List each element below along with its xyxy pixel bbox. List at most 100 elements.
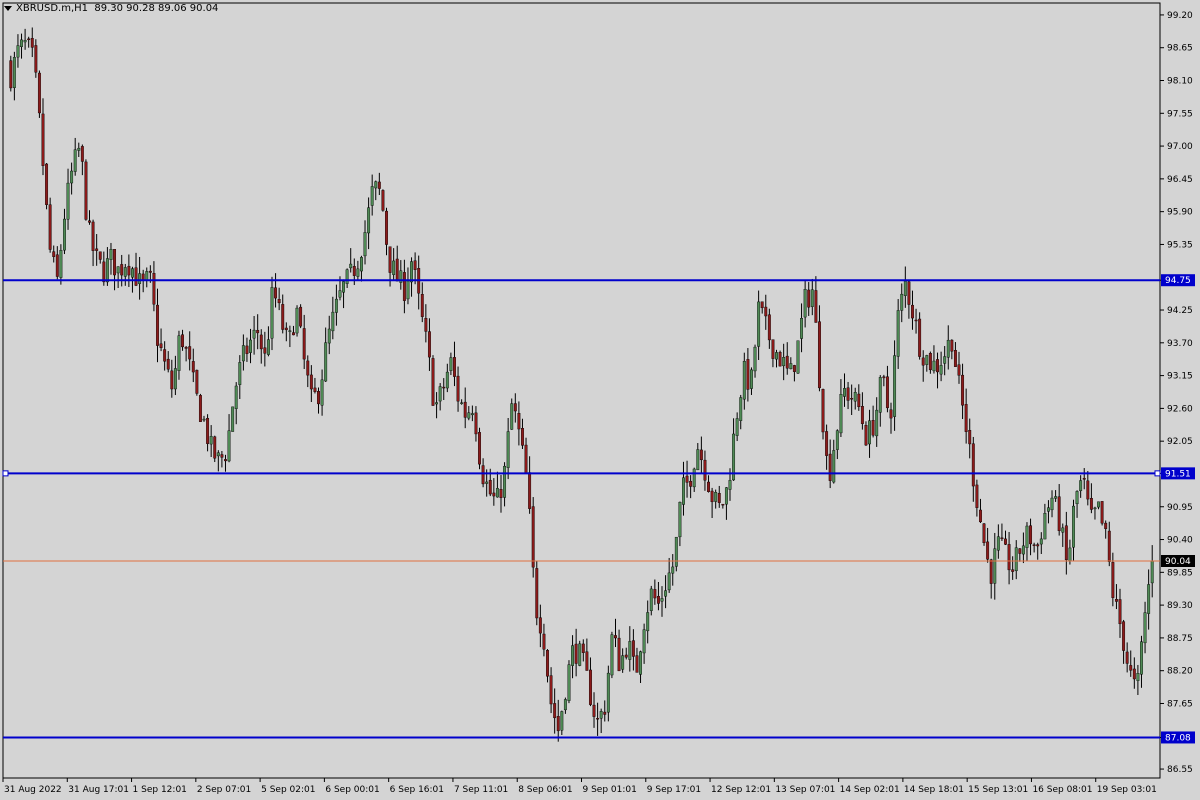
candle-body [48,204,52,250]
candle-body [313,387,317,392]
x-tick-label: 19 Sep 03:01 [1097,785,1157,795]
candle-body [1136,673,1140,681]
candle-body [542,633,546,650]
candle-body [438,386,442,402]
candle-body [789,363,793,370]
candle-body [642,629,646,654]
candle-body [88,220,91,223]
candle-body [646,612,650,632]
candle-body [327,328,331,344]
candle-body [320,379,324,406]
candle-body [213,436,217,459]
candle-body [367,207,371,234]
candle-body [932,360,936,372]
candle-body [431,358,435,406]
candle-body [1111,562,1115,598]
candle-body [206,418,210,444]
candle-body [220,454,224,458]
candle-body [975,484,979,508]
candle-body [345,269,349,284]
candle-body [989,559,993,584]
candle-body [145,271,149,281]
candle-body [921,357,925,366]
candle-body [606,672,610,713]
y-tick-label: 93.70 [1167,339,1193,349]
y-tick-label: 99.20 [1167,11,1193,21]
candle-body [546,650,549,677]
candle-body [1061,527,1065,533]
candle-body [878,377,882,413]
candle-body [588,669,592,705]
candle-body [481,465,485,485]
candle-body [710,490,714,503]
candle-body [953,350,957,367]
candle-body [234,385,238,409]
candle-body [571,645,575,666]
candle-body [52,251,56,257]
candle-body [782,357,786,367]
candle-body [578,643,582,666]
candle-body [252,329,256,339]
candle-body [707,481,710,492]
candle-body [1107,530,1111,562]
y-tick-label: 88.20 [1167,667,1193,677]
level-price-label: 94.75 [1165,276,1191,286]
candle-body [907,281,911,305]
candle-body [70,170,74,184]
candle-body [510,403,514,430]
candle-body [610,634,614,676]
x-tick-label: 31 Aug 17:01 [68,785,129,795]
candle-body [775,352,778,360]
candle-body [656,596,660,604]
line-handle-left[interactable] [2,470,9,477]
candle-body [549,675,553,705]
line-handle-right[interactable] [1154,470,1161,477]
candle-body [388,246,392,273]
candle-body [27,38,31,41]
candle-body [853,392,857,402]
candle-body [499,489,503,498]
candle-body [993,548,997,584]
y-tick-label: 93.15 [1167,372,1193,382]
candle-body [860,406,864,424]
candle-body [1054,496,1058,499]
candle-body [685,475,689,483]
candle-body [936,359,939,373]
candle-body [946,339,950,358]
candle-body [177,335,181,371]
candle-body [1143,612,1147,644]
candle-body [810,289,814,307]
candle-body [821,389,825,433]
candle-body [109,249,113,260]
candle-body [63,218,66,251]
candle-body [288,330,292,332]
candle-body [292,332,295,336]
y-tick-label: 94.25 [1167,306,1193,316]
y-tick-label: 89.85 [1167,568,1193,578]
candle-body [245,345,249,354]
candle-body [392,260,396,275]
candle-body [882,376,886,379]
candle-body [864,425,868,446]
candle-body [599,711,603,719]
candle-body [624,654,628,658]
x-tick-label: 1 Sep 12:01 [133,785,187,795]
candle-body [893,355,897,417]
candle-body [420,294,424,317]
candle-body [1122,621,1126,651]
candle-body [800,318,804,339]
candle-body [914,319,918,322]
candle-body [309,374,313,390]
candle-body [141,273,145,281]
candle-body [1132,668,1136,680]
y-tick-label: 97.55 [1167,109,1193,119]
candle-body [184,347,188,349]
y-tick-label: 96.45 [1167,175,1193,185]
candle-body [803,289,807,318]
candle-body [495,488,499,498]
x-tick-label: 8 Sep 06:01 [518,785,572,795]
x-tick-label: 14 Sep 02:01 [840,785,900,795]
candle-body [249,339,252,353]
y-tick-label: 98.10 [1167,77,1193,87]
chart-canvas: 99.20 98.65 98.10 97.55 97.00 96.45 95.90 95.35… [2,2,1195,795]
